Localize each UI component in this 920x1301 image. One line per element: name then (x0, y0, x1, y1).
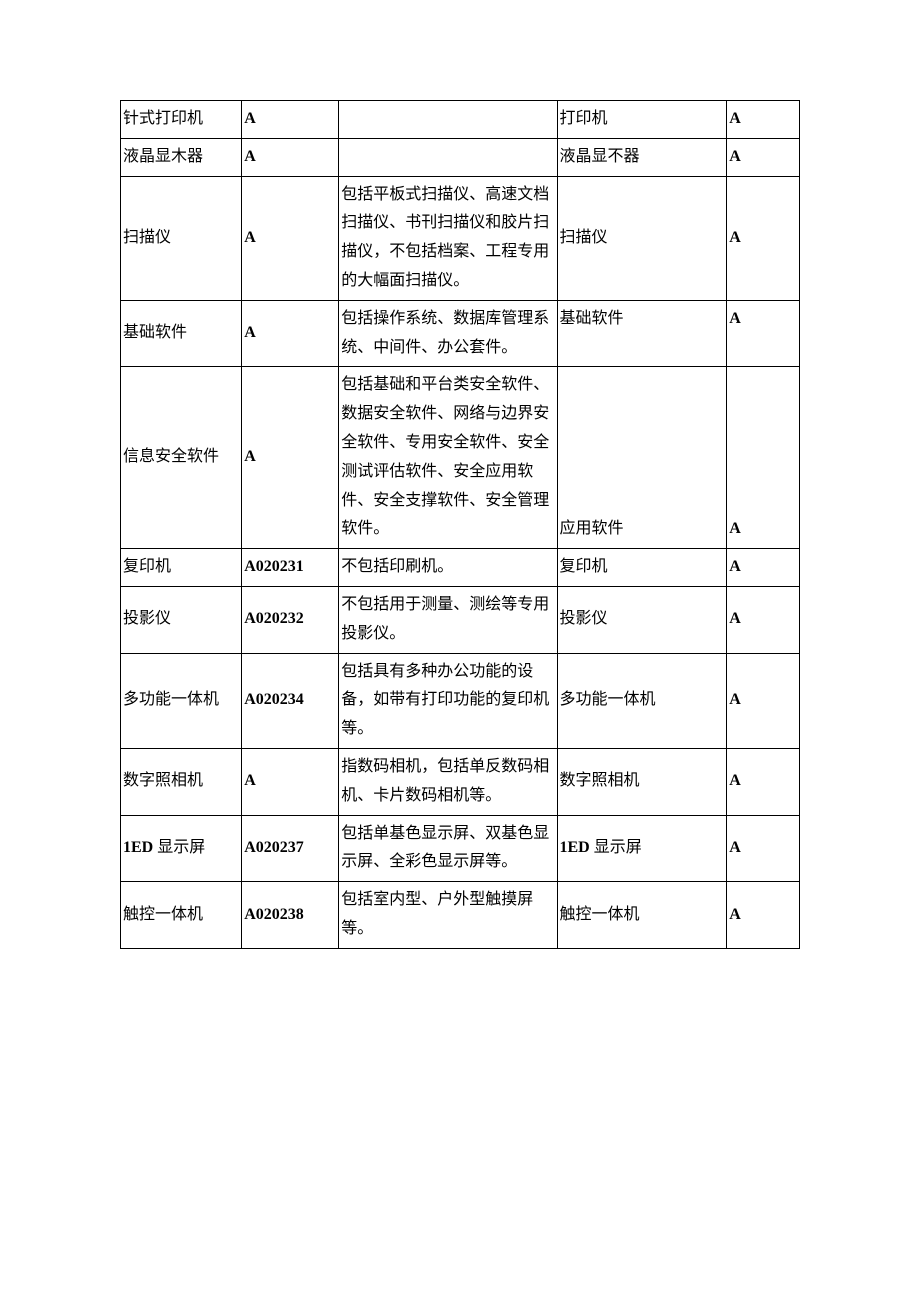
table-cell: A (727, 367, 800, 549)
cell-text: A (729, 610, 741, 627)
cell-text: 扫描仪 (121, 176, 242, 300)
table-cell: A020237 (242, 815, 339, 882)
cell-text: 1ED (123, 839, 157, 856)
cell-text: 复印机 (121, 549, 242, 587)
cell-text: A (729, 691, 741, 708)
cell-text: 液晶显不器 (557, 138, 727, 176)
cell-text: A (244, 448, 256, 465)
table-row: 多功能一体机A020234包括具有多种办公功能的设备，如带有打印功能的复印机等。… (121, 653, 800, 748)
table-cell: A (242, 748, 339, 815)
table-row: 1ED 显示屏A020237包括单基色显示屏、双基色显示屏、全彩色显示屏等。1E… (121, 815, 800, 882)
cell-text: 扫描仪 (557, 176, 727, 300)
cell-text: 数字照相机 (121, 748, 242, 815)
cell-text: A (729, 558, 741, 575)
cell-text: A020238 (244, 906, 304, 923)
cell-text: A (729, 148, 741, 165)
cell-text: A (244, 324, 256, 341)
table-row: 扫描仪A包括平板式扫描仪、高速文档扫描仪、书刊扫描仪和胶片扫描仪，不包括档案、工… (121, 176, 800, 300)
cell-text: A020232 (244, 610, 304, 627)
table-cell: A (727, 882, 800, 949)
cell-text: 不包括用于测量、测绘等专用投影仪。 (339, 586, 557, 653)
cell-text: 基础软件 (121, 300, 242, 367)
cell-text: A020234 (244, 691, 304, 708)
table-cell: A (727, 549, 800, 587)
cell-text: A (729, 310, 741, 327)
cell-text: A (729, 839, 741, 856)
cell-text: A (244, 148, 256, 165)
cell-text: 包括平板式扫描仪、高速文档扫描仪、书刊扫描仪和胶片扫描仪，不包括档案、工程专用的… (339, 176, 557, 300)
table-cell: A (727, 101, 800, 139)
table-cell: A (242, 101, 339, 139)
cell-text: A (729, 520, 741, 537)
table-cell: A020234 (242, 653, 339, 748)
table-cell: A020238 (242, 882, 339, 949)
table-row: 复印机A020231不包括印刷机。复印机A (121, 549, 800, 587)
cell-text: 针式打印机 (121, 101, 242, 139)
cell-text: 投影仪 (121, 586, 242, 653)
cell-text: A (244, 229, 256, 246)
table-cell: A (727, 176, 800, 300)
cell-text: 包括操作系统、数据库管理系统、中间件、办公套件。 (339, 300, 557, 367)
table-cell: 1ED 显示屏 (121, 815, 242, 882)
table-cell: A (242, 367, 339, 549)
table-row: 基础软件A包括操作系统、数据库管理系统、中间件、办公套件。基础软件A (121, 300, 800, 367)
cell-text (339, 138, 557, 176)
cell-text: 复印机 (557, 549, 727, 587)
cell-text: 包括单基色显示屏、双基色显示屏、全彩色显示屏等。 (339, 815, 557, 882)
cell-text: A (729, 772, 741, 789)
cell-text: A (729, 906, 741, 923)
cell-text: 包括具有多种办公功能的设备，如带有打印功能的复印机等。 (339, 653, 557, 748)
cell-text: 应用软件 (557, 367, 727, 549)
cell-text: A020237 (244, 839, 304, 856)
cell-text (339, 101, 557, 139)
cell-text: 1ED (560, 839, 594, 856)
table-row: 投影仪A020232不包括用于测量、测绘等专用投影仪。投影仪A (121, 586, 800, 653)
cell-text: A (729, 110, 741, 127)
cell-text: 触控一体机 (121, 882, 242, 949)
cell-text: A020231 (244, 558, 304, 575)
cell-text: 包括基础和平台类安全软件、数据安全软件、网络与边界安全软件、专用安全软件、安全测… (339, 367, 557, 549)
cell-text: A (244, 772, 256, 789)
cell-text: 多功能一体机 (121, 653, 242, 748)
table-cell: A (727, 138, 800, 176)
table-cell: A020231 (242, 549, 339, 587)
cell-text: 打印机 (557, 101, 727, 139)
cell-text: 多功能一体机 (557, 653, 727, 748)
cell-text: A (729, 229, 741, 246)
table-row: 触控一体机A020238包括室内型、户外型触摸屏等。触控一体机A (121, 882, 800, 949)
equipment-table: 针式打印机A打印机A液晶显木器A液晶显不器A扫描仪A包括平板式扫描仪、高速文档扫… (120, 100, 800, 949)
table-cell: A (242, 176, 339, 300)
cell-text: 触控一体机 (557, 882, 727, 949)
cell-text: 指数码相机，包括单反数码相机、卡片数码相机等。 (339, 748, 557, 815)
cell-text: 投影仪 (557, 586, 727, 653)
document-page: 针式打印机A打印机A液晶显木器A液晶显不器A扫描仪A包括平板式扫描仪、高速文档扫… (120, 100, 800, 949)
table-cell: A (727, 586, 800, 653)
cell-text: 基础软件 (557, 300, 727, 367)
cell-text: 信息安全软件 (121, 367, 242, 549)
table-row: 信息安全软件A包括基础和平台类安全软件、数据安全软件、网络与边界安全软件、专用安… (121, 367, 800, 549)
cell-text: 不包括印刷机。 (339, 549, 557, 587)
table-cell: A (242, 138, 339, 176)
table-cell: A (727, 815, 800, 882)
cell-text: A (244, 110, 256, 127)
table-cell: A (727, 300, 800, 367)
cell-text: 数字照相机 (557, 748, 727, 815)
table-cell: A (727, 653, 800, 748)
table-row: 针式打印机A打印机A (121, 101, 800, 139)
cell-text: 液晶显木器 (121, 138, 242, 176)
table-row: 数字照相机A指数码相机，包括单反数码相机、卡片数码相机等。数字照相机A (121, 748, 800, 815)
table-cell: A020232 (242, 586, 339, 653)
table-row: 液晶显木器A液晶显不器A (121, 138, 800, 176)
table-cell: 1ED 显示屏 (557, 815, 727, 882)
table-cell: A (727, 748, 800, 815)
cell-text: 包括室内型、户外型触摸屏等。 (339, 882, 557, 949)
table-cell: A (242, 300, 339, 367)
